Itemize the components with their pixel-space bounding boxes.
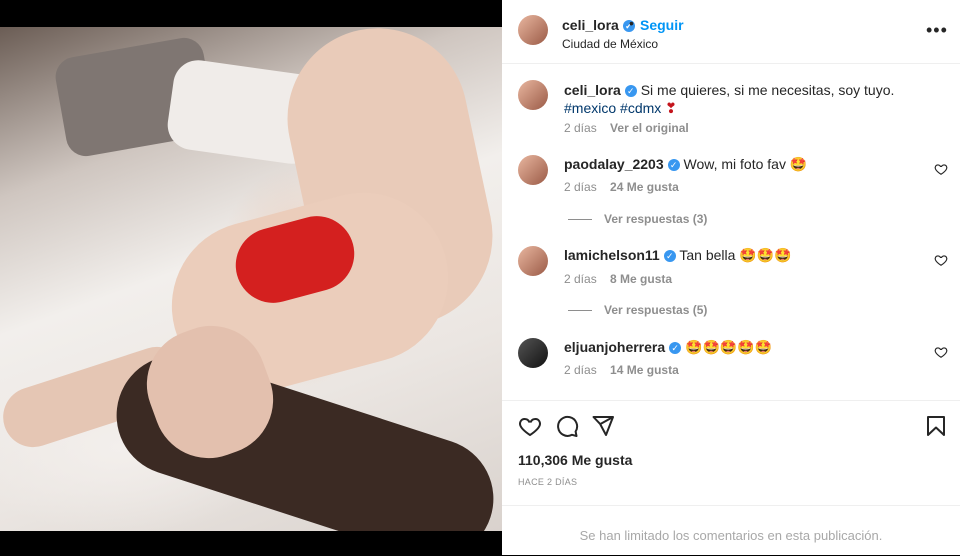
more-options-icon[interactable]: •••	[926, 20, 948, 40]
comment-like-heart-icon[interactable]	[934, 345, 948, 359]
heart-exclamation-emoji: ❣	[665, 101, 677, 117]
post-header: celi_lora ✓ • Seguir Ciudad de México •••	[502, 0, 960, 64]
verified-badge-icon: ✓	[624, 85, 637, 98]
author-username-text[interactable]: celi_lora	[562, 17, 619, 33]
avatar[interactable]	[518, 15, 548, 45]
verified-badge-icon: ✓	[667, 159, 680, 172]
follow-button[interactable]: Seguir	[640, 17, 684, 33]
hashtag-link[interactable]: #mexico	[564, 100, 616, 116]
view-replies-label[interactable]: Ver respuestas (5)	[604, 303, 707, 317]
avatar[interactable]	[518, 246, 548, 276]
comment-likes[interactable]: 24 Me gusta	[610, 180, 679, 194]
avatar[interactable]	[518, 80, 548, 110]
hashtag-link[interactable]: #cdmx	[620, 100, 661, 116]
separator-dot: •	[629, 15, 634, 31]
comment-likes[interactable]: 14 Me gusta	[610, 363, 679, 377]
post-image[interactable]	[0, 27, 502, 531]
view-replies-button[interactable]: Ver respuestas (5)	[568, 303, 707, 317]
emoji: 🤩	[789, 157, 808, 173]
comment-username[interactable]: paodalay_2203	[564, 156, 664, 172]
comment-body: Tan bella	[679, 247, 736, 263]
comment-text: lamichelson11 ✓ Tan bella 🤩🤩🤩	[564, 246, 792, 265]
comment-text: paodalay_2203 ✓ Wow, mi foto fav 🤩	[564, 155, 807, 174]
emoji: 🤩🤩🤩🤩🤩	[685, 340, 773, 356]
bookmark-icon[interactable]	[924, 414, 948, 438]
comment-like-heart-icon[interactable]	[934, 253, 948, 267]
paper-plane-icon[interactable]	[591, 414, 615, 438]
location-link[interactable]: Ciudad de México	[562, 37, 658, 51]
actions-divider	[502, 400, 960, 401]
post-modal: celi_lora ✓ • Seguir Ciudad de México •••…	[0, 0, 960, 555]
see-original-button[interactable]: Ver el original	[610, 121, 689, 135]
view-replies-label[interactable]: Ver respuestas (3)	[604, 212, 707, 226]
comments-limited-notice: Se han limitado los comentarios en esta …	[579, 528, 883, 543]
divider-line	[568, 219, 592, 221]
avatar[interactable]	[518, 155, 548, 185]
like-count[interactable]: 110,306 Me gusta	[518, 452, 632, 468]
caption-body: Si me quieres, si me necesitas, soy tuyo…	[640, 82, 895, 98]
comment-meta: 2 días 24 Me gusta	[564, 180, 679, 194]
avatar[interactable]	[518, 338, 548, 368]
caption-text: celi_lora ✓ Si me quieres, si me necesita…	[564, 81, 924, 118]
comment-meta: 2 días 14 Me gusta	[564, 363, 679, 377]
verified-badge-icon: ✓	[669, 342, 682, 355]
comment-username[interactable]: lamichelson11	[564, 247, 660, 263]
comment-body: Wow, mi foto fav	[683, 156, 786, 172]
view-replies-button[interactable]: Ver respuestas (3)	[568, 212, 707, 226]
comment-text: eljuanjoherrera ✓ 🤩🤩🤩🤩🤩	[564, 338, 772, 357]
comment-time[interactable]: 2 días	[564, 180, 597, 194]
comment-time[interactable]: 2 días	[564, 363, 597, 377]
comment-likes[interactable]: 8 Me gusta	[610, 272, 672, 286]
comment-username[interactable]: eljuanjoherrera	[564, 339, 665, 355]
verified-badge-icon: ✓	[663, 250, 676, 263]
emoji: 🤩🤩🤩	[739, 248, 792, 264]
caption-username[interactable]: celi_lora	[564, 82, 621, 98]
caption-meta: 2 días Ver el original	[564, 121, 689, 135]
comments-limited-bar: Se han limitado los comentarios en esta …	[502, 505, 960, 556]
divider-line	[568, 310, 592, 312]
comment-time[interactable]: 2 días	[564, 272, 597, 286]
caption-time[interactable]: 2 días	[564, 121, 597, 135]
posted-time[interactable]: HACE 2 DÍAS	[518, 477, 577, 487]
comment-meta: 2 días 8 Me gusta	[564, 272, 672, 286]
heart-icon[interactable]	[518, 414, 542, 438]
author-username[interactable]: celi_lora ✓	[562, 17, 635, 33]
post-sidebar: celi_lora ✓ • Seguir Ciudad de México •••…	[502, 0, 960, 555]
comment-icon[interactable]	[555, 414, 579, 438]
comment-like-heart-icon[interactable]	[934, 162, 948, 176]
